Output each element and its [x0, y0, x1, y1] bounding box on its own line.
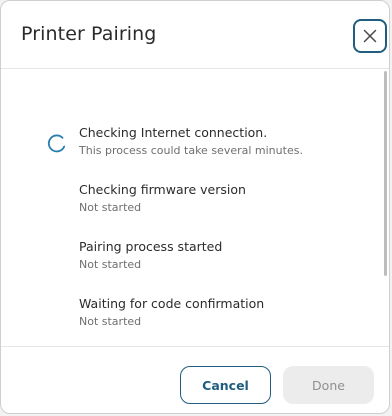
loading-spinner-icon — [47, 134, 66, 153]
step-title: Checking Internet connection. — [79, 125, 268, 140]
close-icon — [363, 29, 377, 43]
step-internet-connection: Checking Internet connection. This proce… — [79, 124, 303, 159]
step-pairing-process: Pairing process started Not started — [79, 238, 222, 273]
step-status: Not started — [79, 201, 142, 214]
content-scrollbar[interactable] — [384, 71, 387, 276]
step-code-confirmation: Waiting for code confirmation Not starte… — [79, 295, 264, 330]
dialog-title: Printer Pairing — [21, 23, 157, 45]
step-title: Checking firmware version — [79, 182, 246, 197]
done-button[interactable]: Done — [283, 366, 374, 404]
dialog-footer: Cancel Done — [1, 346, 389, 413]
step-firmware-version: Checking firmware version Not started — [79, 181, 246, 216]
close-button[interactable] — [353, 19, 387, 53]
step-status: Not started — [79, 315, 142, 328]
pairing-steps: Checking Internet connection. This proce… — [1, 69, 389, 346]
step-title: Pairing process started — [79, 239, 223, 254]
step-status: This process could take several minutes. — [79, 144, 303, 157]
step-status: Not started — [79, 258, 142, 271]
cancel-button[interactable]: Cancel — [180, 366, 271, 404]
dialog-header: Printer Pairing — [1, 1, 389, 69]
printer-pairing-dialog: Printer Pairing Checking Internet connec… — [0, 0, 390, 414]
step-title: Waiting for code confirmation — [79, 296, 265, 311]
